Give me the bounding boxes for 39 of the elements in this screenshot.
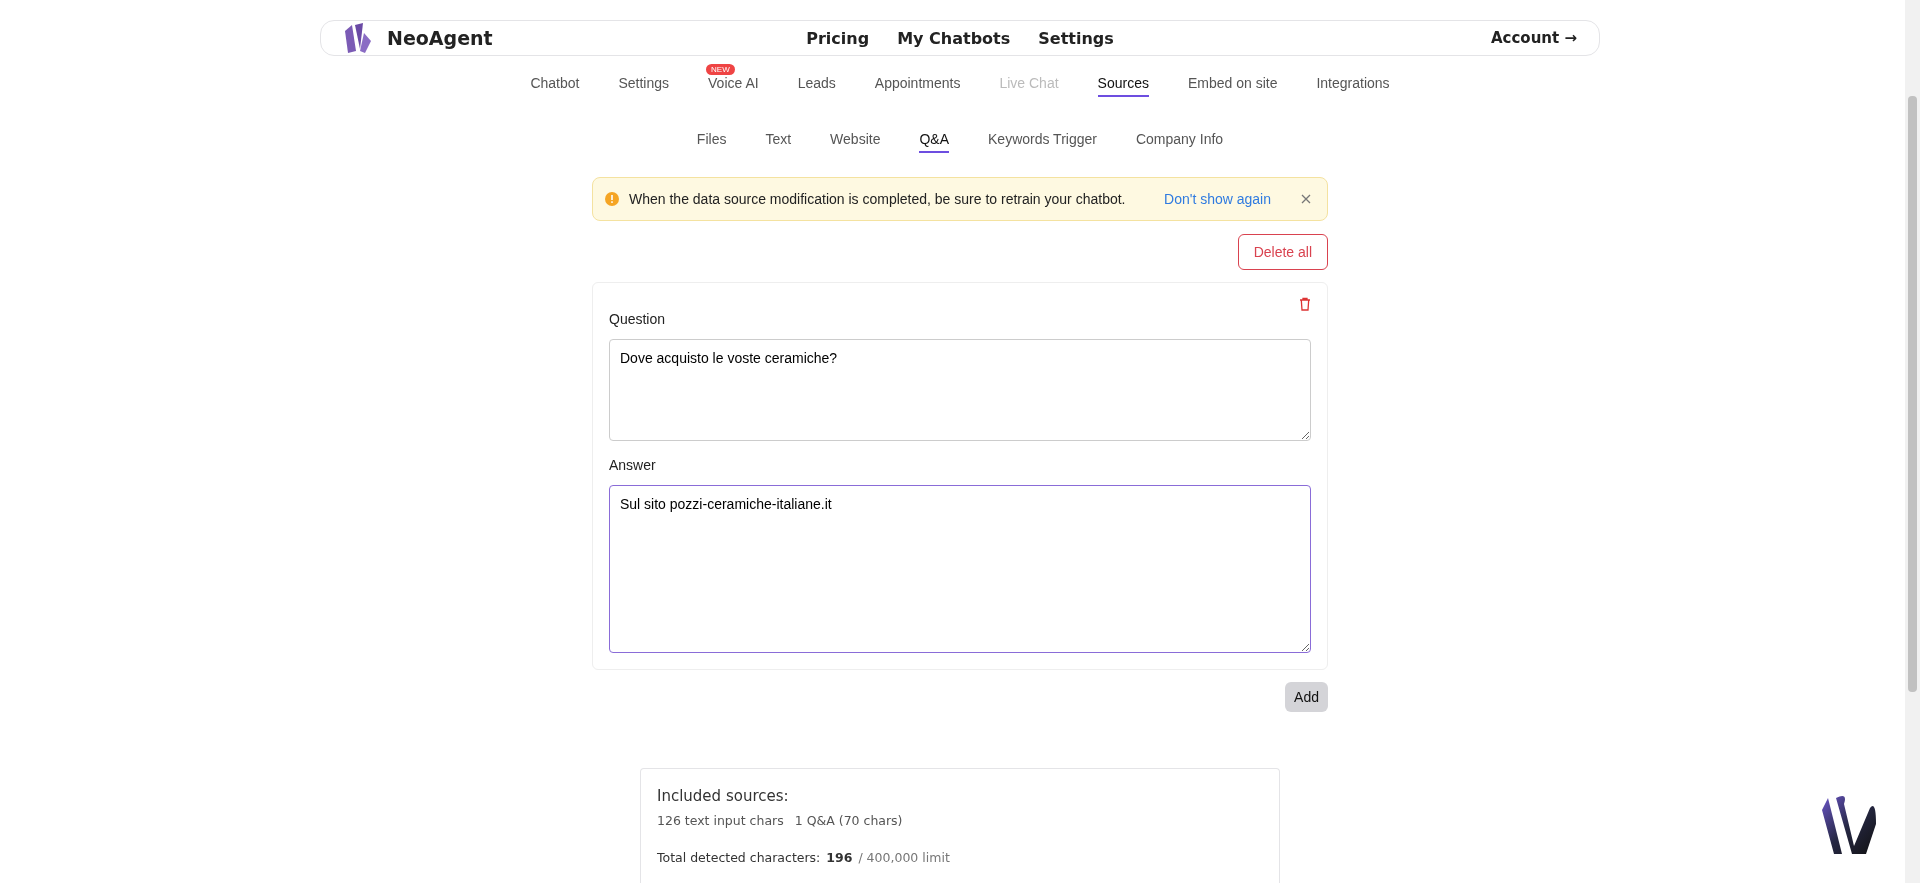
summary-title: Included sources: xyxy=(657,787,790,805)
trash-icon[interactable] xyxy=(1299,297,1311,311)
close-icon[interactable] xyxy=(1301,194,1311,204)
nav-link[interactable]: Pricing xyxy=(806,28,870,48)
tab[interactable]: Chatbot xyxy=(530,75,580,97)
sub-tab[interactable]: Company Info xyxy=(1135,131,1224,153)
account-link[interactable]: Account → xyxy=(1277,29,1577,47)
field-label: Question xyxy=(609,311,667,327)
alert-message: When the data source modification is completed, be sure to retrain your chatbot. xyxy=(629,191,1127,207)
total-label: Total detected characters: xyxy=(657,850,821,865)
sub-tab[interactable]: Text xyxy=(765,131,792,153)
limit-text: / 400,000 limit xyxy=(858,850,950,865)
field-label: Answer xyxy=(609,457,657,473)
source-count: 1 Q&A (70 chars) xyxy=(794,813,903,828)
nav-link[interactable]: Settings xyxy=(1038,28,1114,48)
sub-tab[interactable]: Keywords Trigger xyxy=(988,131,1097,153)
tab[interactable]: Embed on site xyxy=(1187,75,1278,97)
logo-icon xyxy=(343,21,373,55)
tab[interactable]: Settings xyxy=(618,75,670,97)
delete-all-button[interactable]: Delete all xyxy=(1237,234,1328,270)
tab[interactable]: Voice AI xyxy=(708,75,759,97)
nav-link[interactable]: My Chatbots xyxy=(897,28,1011,48)
source-count: 126 text input chars xyxy=(657,813,784,828)
answer-field[interactable]: Sul sito pozzi-ceramiche-italiane.it xyxy=(609,485,1311,653)
scrollbar[interactable] xyxy=(1905,0,1920,883)
sub-tab[interactable]: Website xyxy=(830,131,881,153)
question-field[interactable]: Dove acquisto le voste ceramiche? xyxy=(609,339,1311,441)
brand-name: NeoAgent xyxy=(387,27,493,49)
sub-tab[interactable]: Q&A xyxy=(919,131,949,153)
dont-show-again-link[interactable]: Don't show again xyxy=(1164,191,1271,207)
tab[interactable]: Integrations xyxy=(1316,75,1390,97)
total-count: 196 xyxy=(826,850,853,865)
new-badge: NEW xyxy=(706,64,735,75)
tab[interactable]: Appointments xyxy=(874,75,961,97)
sub-tab[interactable]: Files xyxy=(696,131,727,153)
add-button[interactable]: Add xyxy=(1285,682,1328,712)
warning-icon xyxy=(605,192,619,206)
tab[interactable]: Sources xyxy=(1097,75,1149,97)
tab[interactable]: Leads xyxy=(797,75,836,97)
